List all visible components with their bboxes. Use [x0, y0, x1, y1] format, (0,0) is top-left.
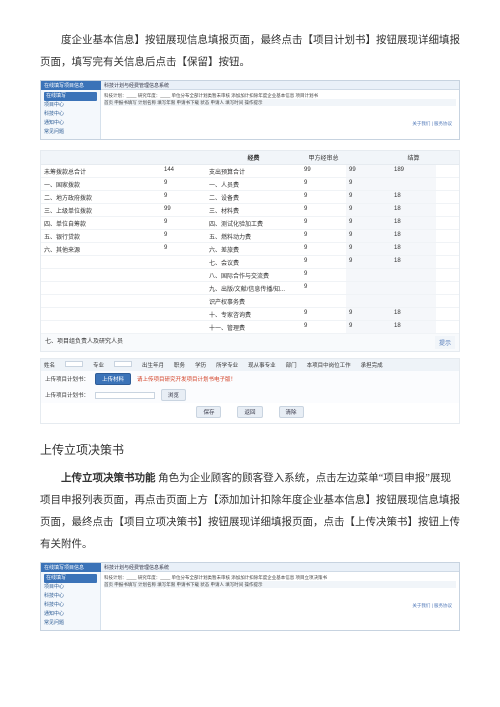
- form-header: 姓名 专业 出生年月 职务 学历 所学专业 现从事专业 部门 本项目中岗位工作 …: [41, 359, 459, 371]
- shot2-footer: 关于我们 | 服务协议: [104, 602, 456, 609]
- budget-col-settle: 结算: [391, 151, 436, 164]
- shot2-toolbar: 科技计划：____ 研究年度：____ 单位分布全部计划类暂未审核 添加加计扣除…: [104, 574, 456, 581]
- screenshot-decision: 在线填写项目信息 科技计划与经费管理信息系统 在线填写 项目中心 科技中心 科技…: [40, 562, 460, 631]
- shot2-nav-item[interactable]: 科技中心: [44, 601, 97, 610]
- upload-path-input[interactable]: [95, 392, 155, 399]
- shot1-nav-hl[interactable]: 在线填写: [44, 92, 97, 101]
- para-upload-decision: 上传立项决策书功能 角色为企业顾客的顾客登入系统，点击左边菜单“项目申报”展现项…: [40, 468, 460, 556]
- shot2-table-header: 首页 申报书填写 计划名称 填写年限 申请书下载 状态 申请人 填写时间 操作提…: [104, 581, 456, 588]
- shot1-nav-item[interactable]: 通知中心: [44, 119, 97, 128]
- shot2-nav: 在线填写 项目中心 科技中心 科技中心 通知中心 常见问题: [41, 572, 101, 630]
- budget-row: 十一、管理费9918: [41, 321, 459, 334]
- shot1-toolbar: 科技计划：____ 研究年度：____ 单位分布全部计划类暂未审核 添加加计扣除…: [104, 92, 456, 99]
- budget-row: 七、会议费9918: [41, 256, 459, 269]
- shot2-nav-item[interactable]: 科技中心: [44, 592, 97, 601]
- budget-row: 三、上级单位拨款99三、材料费9918: [41, 204, 459, 217]
- upload-button[interactable]: 上传材料: [95, 373, 131, 385]
- budget-row: 八、国际合作与交流费9: [41, 269, 459, 282]
- para2-lead: 上传立项决策书功能: [61, 473, 156, 484]
- budget-row: 未筹拨款总合计144支出预算合计9999189: [41, 165, 459, 178]
- shot2-title-right: 科技计划与经费管理信息系统: [101, 563, 459, 572]
- budget-row: 四、单位自筹款9四、测试化验加工费9918: [41, 217, 459, 230]
- form-person-upload: 姓名 专业 出生年月 职务 学历 所学专业 现从事专业 部门 本项目中岗位工作 …: [40, 358, 460, 424]
- budget-col-expense: 经费: [206, 151, 301, 164]
- budget-table: 经费 甲方经审总 结算 未筹拨款总合计144支出预算合计9999189一、国家拨…: [40, 150, 460, 352]
- shot2-nav-item[interactable]: 通知中心: [44, 610, 97, 619]
- budget-col-approve: 甲方经审总: [301, 151, 346, 164]
- section-title-upload-decision: 上传立项决策书: [40, 438, 460, 462]
- budget-note[interactable]: 提示: [435, 336, 455, 349]
- upload-warning: 请上传项目研究开发项目计划书电子版！: [137, 375, 236, 383]
- shot2-nav-item[interactable]: 常见问题: [44, 619, 97, 628]
- screenshot-project-plan: 在线填写项目信息 科技计划与经费管理信息系统 在线填写 项目中心 科技中心 通知…: [40, 80, 460, 140]
- shot1-nav-item[interactable]: 项目中心: [44, 101, 97, 110]
- clear-button[interactable]: 清除: [279, 406, 304, 418]
- shot1-table-header: 首页 申报书填写 计划名称 填写年限 申请书下载 状态 申请人 填写时间 操作提…: [104, 99, 456, 106]
- shot1-nav-item[interactable]: 科技中心: [44, 110, 97, 119]
- budget-row: 十、专家咨询费9918: [41, 308, 459, 321]
- shot2-nav-hl[interactable]: 在线填写: [44, 574, 97, 583]
- budget-row: 识产权事务费: [41, 295, 459, 308]
- upload2-label: 上传项目计划书：: [45, 391, 89, 399]
- budget-row: 一、国家拨款9一、人员费99: [41, 178, 459, 191]
- save-button[interactable]: 保存: [196, 406, 221, 418]
- browse-button[interactable]: 浏览: [161, 389, 186, 401]
- shot1-title-left: 在线填写项目信息: [41, 81, 101, 90]
- budget-row: 九、出版/文献/信息传播/知...9: [41, 282, 459, 295]
- shot2-title-left: 在线填写项目信息: [41, 563, 101, 572]
- shot1-title-right: 科技计划与经费管理信息系统: [101, 81, 459, 90]
- budget-row: 五、银行贷款9五、燃料动力费9918: [41, 230, 459, 243]
- shot2-nav-item[interactable]: 项目中心: [44, 583, 97, 592]
- back-button[interactable]: 返回: [237, 406, 262, 418]
- budget-row: 六、其他来源9六、差旅费9918: [41, 243, 459, 256]
- intro-paragraph: 度企业基本信息】按钮展现信息填报页面，最终点击【项目计划书】按钮展现详细填报页面…: [40, 30, 460, 74]
- upload-label: 上传项目计划书：: [45, 375, 89, 383]
- para2-body: 角色为企业顾客的顾客登入系统，点击左边菜单“项目申报”展现项目申报列表页面，再点…: [40, 473, 460, 550]
- shot1-nav: 在线填写 项目中心 科技中心 通知中心 常见问题: [41, 90, 101, 139]
- shot1-footer: 关于我们 | 服务协议: [104, 120, 456, 127]
- shot1-nav-item[interactable]: 常见问题: [44, 128, 97, 137]
- budget-section-7: 七、项目组负责人及研究人员 提示: [41, 334, 459, 351]
- budget-row: 二、地方政府拨款9二、设备费9918: [41, 191, 459, 204]
